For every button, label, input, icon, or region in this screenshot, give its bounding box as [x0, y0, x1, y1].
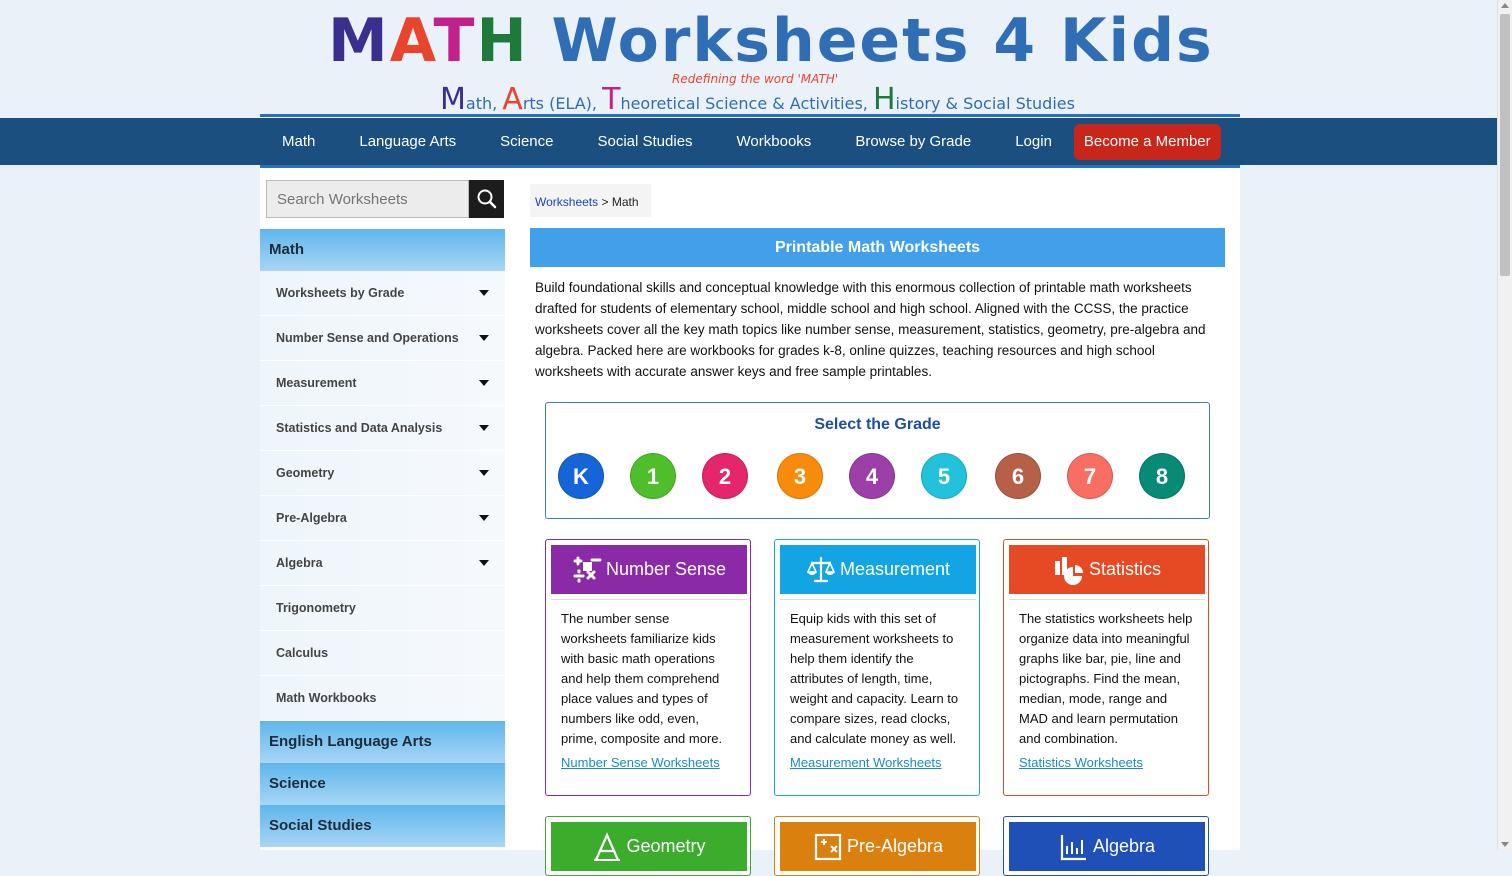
card-description: The statistics worksheets help organize … [1019, 611, 1193, 746]
card-header[interactable]: Statistics [1009, 545, 1205, 594]
sidebar-item-math-workbooks[interactable]: Math Workbooks [260, 676, 505, 721]
topic-card-algebra: Algebra [1003, 816, 1209, 876]
page-title: Printable Math Worksheets [530, 228, 1225, 267]
scroll-down-arrow-icon[interactable] [1501, 842, 1509, 847]
card-header[interactable]: Geometry [551, 822, 747, 871]
sidebar-head-math[interactable]: Math [260, 229, 505, 271]
grade-8-button[interactable]: 8 [1139, 453, 1185, 499]
number-sense-worksheets-link[interactable]: Number Sense Worksheets [561, 755, 720, 770]
nav-workbooks[interactable]: Workbooks [715, 118, 834, 165]
page-scrollbar[interactable] [1497, 0, 1512, 850]
card-header[interactable]: Pre-Algebra [780, 822, 976, 871]
sidebar-item-worksheets-by-grade[interactable]: Worksheets by Grade [260, 271, 505, 316]
grade-k-button[interactable]: K [558, 453, 604, 499]
sidebar-head-ela[interactable]: English Language Arts [260, 721, 505, 763]
measurement-worksheets-link[interactable]: Measurement Worksheets [790, 755, 942, 770]
nav-browse-by-grade[interactable]: Browse by Grade [833, 118, 993, 165]
intro-paragraph: Build foundational skills and conceptual… [535, 280, 1206, 379]
topic-card-measurement: Measurement Equip kids with this set of … [774, 539, 980, 796]
search-box [266, 180, 504, 218]
become-member-button[interactable]: Become a Member [1073, 123, 1221, 160]
search-icon [477, 189, 497, 209]
nav-language-arts[interactable]: Language Arts [337, 118, 478, 165]
grade-7-button[interactable]: 7 [1067, 453, 1113, 499]
card-header[interactable]: Algebra [1009, 822, 1205, 871]
sidebar-item-number-sense[interactable]: Number Sense and Operations [260, 316, 505, 361]
scale-icon [806, 557, 836, 583]
nav-science[interactable]: Science [478, 118, 575, 165]
dropdown-arrow-icon[interactable] [479, 335, 489, 341]
grade-1-button[interactable]: 1 [630, 453, 676, 499]
site-header: MATH Worksheets 4 Kids Redefining the wo… [0, 0, 1498, 118]
geometry-icon [594, 832, 621, 862]
grade-5-button[interactable]: 5 [921, 453, 967, 499]
main-content: Math Worksheets by Grade Number Sense an… [260, 165, 1240, 876]
topic-card-geometry: Geometry [545, 816, 751, 876]
dropdown-arrow-icon[interactable] [479, 560, 489, 566]
card-description: Equip kids with this set of measurement … [790, 611, 959, 746]
sidebar-item-measurement[interactable]: Measurement [260, 361, 505, 406]
pre-algebra-icon [814, 834, 842, 861]
dropdown-arrow-icon[interactable] [479, 470, 489, 476]
sidebar-item-pre-algebra[interactable]: Pre-Algebra [260, 496, 505, 541]
sidebar-head-social-studies[interactable]: Social Studies [260, 805, 505, 847]
topic-card-number-sense: Number Sense The number sense worksheets… [545, 539, 751, 796]
grade-6-button[interactable]: 6 [995, 453, 1041, 499]
sidebar-item-statistics[interactable]: Statistics and Data Analysis [260, 406, 505, 451]
sidebar-item-trigonometry[interactable]: Trigonometry [260, 586, 505, 631]
sidebar-item-algebra[interactable]: Algebra [260, 541, 505, 586]
content-top-divider [260, 165, 1240, 168]
nav-login[interactable]: Login [993, 118, 1074, 165]
sidebar-item-calculus[interactable]: Calculus [260, 631, 505, 676]
topic-card-statistics: Statistics The statistics worksheets hel… [1003, 539, 1209, 796]
breadcrumb: Worksheets > Math [530, 184, 651, 217]
card-header[interactable]: Number Sense [551, 545, 747, 594]
algebra-icon [1060, 835, 1086, 861]
sidebar-item-geometry[interactable]: Geometry [260, 451, 505, 496]
site-logo[interactable]: MATH Worksheets 4 Kids [328, 6, 1212, 76]
grade-selector-title: Select the Grade [814, 416, 941, 433]
dropdown-arrow-icon[interactable] [479, 380, 489, 386]
grade-selector: Select the Grade K 1 2 3 4 5 6 7 8 [545, 402, 1210, 519]
topic-card-pre-algebra: Pre-Algebra [774, 816, 980, 876]
main-nav: Math Language Arts Science Social Studie… [0, 118, 1498, 165]
site-tagline: Redefining the word 'MATH' Math, Arts (E… [440, 72, 1075, 117]
nav-social-studies[interactable]: Social Studies [575, 118, 714, 165]
sidebar: Math Worksheets by Grade Number Sense an… [260, 229, 505, 847]
card-divider [780, 599, 976, 600]
card-description: The number sense worksheets familiarize … [561, 611, 723, 746]
statistics-icon [1054, 557, 1083, 586]
search-input[interactable] [266, 180, 469, 218]
scrollbar-thumb[interactable] [1500, 14, 1510, 276]
statistics-worksheets-link[interactable]: Statistics Worksheets [1019, 755, 1143, 770]
grade-4-button[interactable]: 4 [849, 453, 895, 499]
nav-math[interactable]: Math [260, 118, 337, 165]
grade-3-button[interactable]: 3 [777, 453, 823, 499]
dropdown-arrow-icon[interactable] [479, 425, 489, 431]
search-button[interactable] [469, 180, 504, 218]
card-divider [1009, 599, 1205, 600]
breadcrumb-worksheets-link[interactable]: Worksheets [535, 195, 598, 209]
number-sense-icon [573, 556, 602, 583]
card-header[interactable]: Measurement [780, 545, 976, 594]
header-divider [260, 114, 1240, 117]
grade-2-button[interactable]: 2 [702, 453, 748, 499]
dropdown-arrow-icon[interactable] [479, 515, 489, 521]
card-divider [551, 599, 747, 600]
dropdown-arrow-icon[interactable] [479, 290, 489, 296]
scroll-up-arrow-icon[interactable] [1501, 3, 1509, 8]
sidebar-head-science[interactable]: Science [260, 763, 505, 805]
breadcrumb-current: Math [611, 195, 639, 209]
